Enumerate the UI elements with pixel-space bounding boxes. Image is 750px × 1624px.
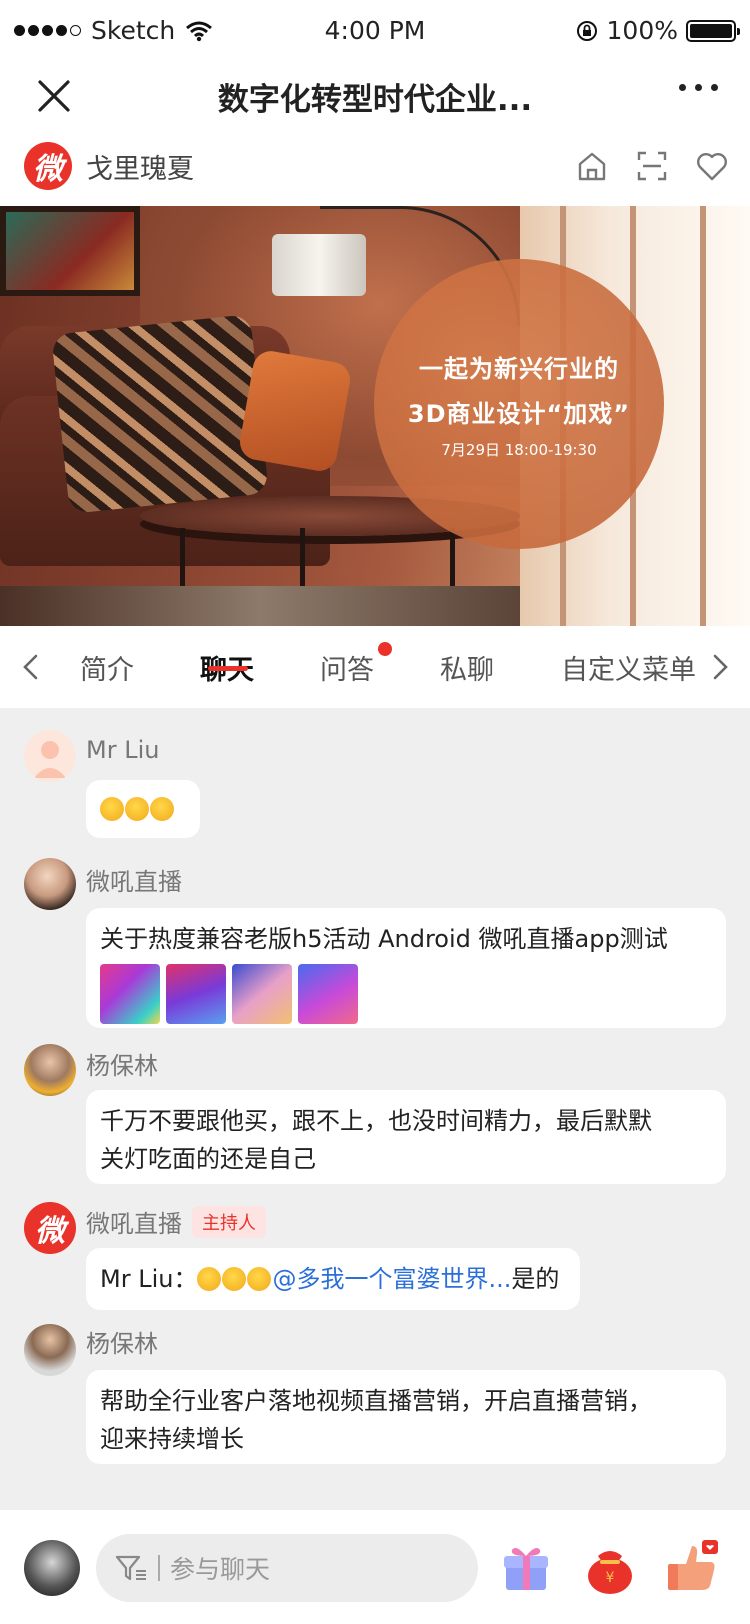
tab-intro[interactable]: 简介 — [80, 648, 134, 687]
sender-name: Mr Liu — [86, 736, 160, 764]
tab-qa[interactable]: 问答 — [320, 648, 374, 687]
grin-sweat-emoji-icon — [100, 797, 124, 821]
tab-bar: 简介 聊天 问答 私聊 自定义菜单 — [0, 626, 750, 708]
message-text-line-2: 关灯吃面的还是自己 — [100, 1145, 316, 1173]
floor-lamp — [272, 234, 366, 296]
smile-emoji-icon — [197, 1267, 222, 1291]
my-avatar[interactable] — [24, 1540, 80, 1596]
message-bubble: Mr Liu： @多我一个富婆世界...是的 — [86, 1248, 580, 1310]
grin-sweat-emoji-icon — [150, 797, 174, 821]
channel-logo[interactable]: 微 — [24, 142, 72, 190]
battery-percent: 100% — [606, 16, 678, 45]
chat-input[interactable]: 参与聊天 — [96, 1534, 478, 1602]
sender-name: 杨保林 — [86, 1330, 158, 1358]
image-thumbnail[interactable] — [298, 964, 358, 1024]
tab-private-chat[interactable]: 私聊 — [440, 648, 494, 687]
live-banner[interactable]: 一起为新兴行业的 3D商业设计“加戏” 7月29日 18:00-19:30 — [0, 206, 750, 626]
more-icon[interactable] — [679, 84, 718, 91]
battery-icon — [686, 19, 740, 42]
chat-list[interactable]: Mr Liu 微吼直播 关于热度兼容老版h5活动 Android 微吼直播app… — [0, 708, 750, 1510]
tab-custom-menu[interactable]: 自定义菜单 — [561, 648, 696, 687]
active-tab-indicator — [208, 666, 248, 671]
filter-icon[interactable] — [114, 1553, 148, 1583]
message-bubble: 帮助全行业客户落地视频直播营销，开启直播营销， 迎来持续增长 — [86, 1370, 726, 1464]
host-badge: 主持人 — [192, 1206, 266, 1238]
grin-sweat-emoji-icon — [125, 797, 149, 821]
message-text-line-2: 迎来持续增长 — [100, 1425, 244, 1453]
message-bubble — [86, 780, 200, 838]
sender-name: 微吼直播 主持人 — [86, 1204, 266, 1239]
image-thumbnail[interactable] — [232, 964, 292, 1024]
image-thumbnail[interactable] — [100, 964, 160, 1024]
smile-emoji-icon — [222, 1267, 247, 1291]
message-text-line-1: 帮助全行业客户落地视频直播营销，开启直播营销， — [100, 1387, 652, 1415]
bottom-bar: 参与聊天 ¥ — [0, 1510, 750, 1624]
mention-link[interactable]: @多我一个富婆世界... — [272, 1265, 511, 1293]
avatar[interactable] — [24, 1324, 76, 1376]
status-bar: Sketch 4:00 PM 100% — [0, 0, 750, 62]
sender-name-text: 微吼直播 — [86, 1210, 182, 1238]
sender-name: 杨保林 — [86, 1052, 158, 1080]
sender-name: 微吼直播 — [86, 868, 182, 896]
banner-date: 7月29日 18:00-19:30 — [441, 440, 597, 459]
message-suffix: 是的 — [511, 1265, 560, 1293]
avatar[interactable] — [24, 1044, 76, 1096]
banner-caption: 一起为新兴行业的 3D商业设计“加戏” 7月29日 18:00-19:30 — [374, 259, 664, 549]
favorite-heart-icon[interactable] — [694, 148, 730, 184]
like-thumbs-up-icon[interactable] — [662, 1538, 722, 1598]
close-icon[interactable] — [34, 76, 74, 116]
title-bar: 数字化转型时代企业... — [0, 62, 750, 130]
wall-painting — [0, 206, 140, 296]
message-text: 关于热度兼容老版h5活动 Android 微吼直播app测试 — [100, 925, 668, 953]
avatar[interactable] — [24, 730, 76, 782]
host-logo-avatar[interactable]: 微 — [24, 1202, 76, 1254]
page-title: 数字化转型时代企业... — [217, 82, 533, 118]
orientation-lock-icon — [576, 20, 597, 41]
svg-text:¥: ¥ — [606, 1570, 615, 1586]
qa-notification-dot — [378, 642, 392, 656]
reply-prefix: Mr Liu： — [100, 1265, 198, 1293]
chat-input-placeholder: 参与聊天 — [170, 1555, 271, 1584]
smile-emoji-icon — [247, 1267, 272, 1291]
message-bubble: 关于热度兼容老版h5活动 Android 微吼直播app测试 — [86, 908, 726, 1028]
home-icon[interactable] — [574, 148, 610, 184]
channel-name[interactable]: 戈里瑰夏 — [86, 147, 194, 186]
red-envelope-icon[interactable]: ¥ — [580, 1538, 640, 1598]
gift-icon[interactable] — [496, 1538, 556, 1598]
image-thumbnail[interactable] — [166, 964, 226, 1024]
banner-line-2: 3D商业设计“加戏” — [407, 399, 631, 428]
scan-icon[interactable] — [634, 148, 670, 184]
channel-bar: 微 戈里瑰夏 — [0, 130, 750, 206]
message-text-line-1: 千万不要跟他买，跟不上，也没时间精力，最后默默 — [100, 1107, 652, 1135]
banner-line-1: 一起为新兴行业的 — [419, 354, 619, 383]
message-bubble: 千万不要跟他买，跟不上，也没时间精力，最后默默 关灯吃面的还是自己 — [86, 1090, 726, 1184]
chevron-right-icon[interactable] — [707, 652, 733, 682]
avatar[interactable] — [24, 858, 76, 910]
chevron-left-icon[interactable] — [18, 652, 44, 682]
